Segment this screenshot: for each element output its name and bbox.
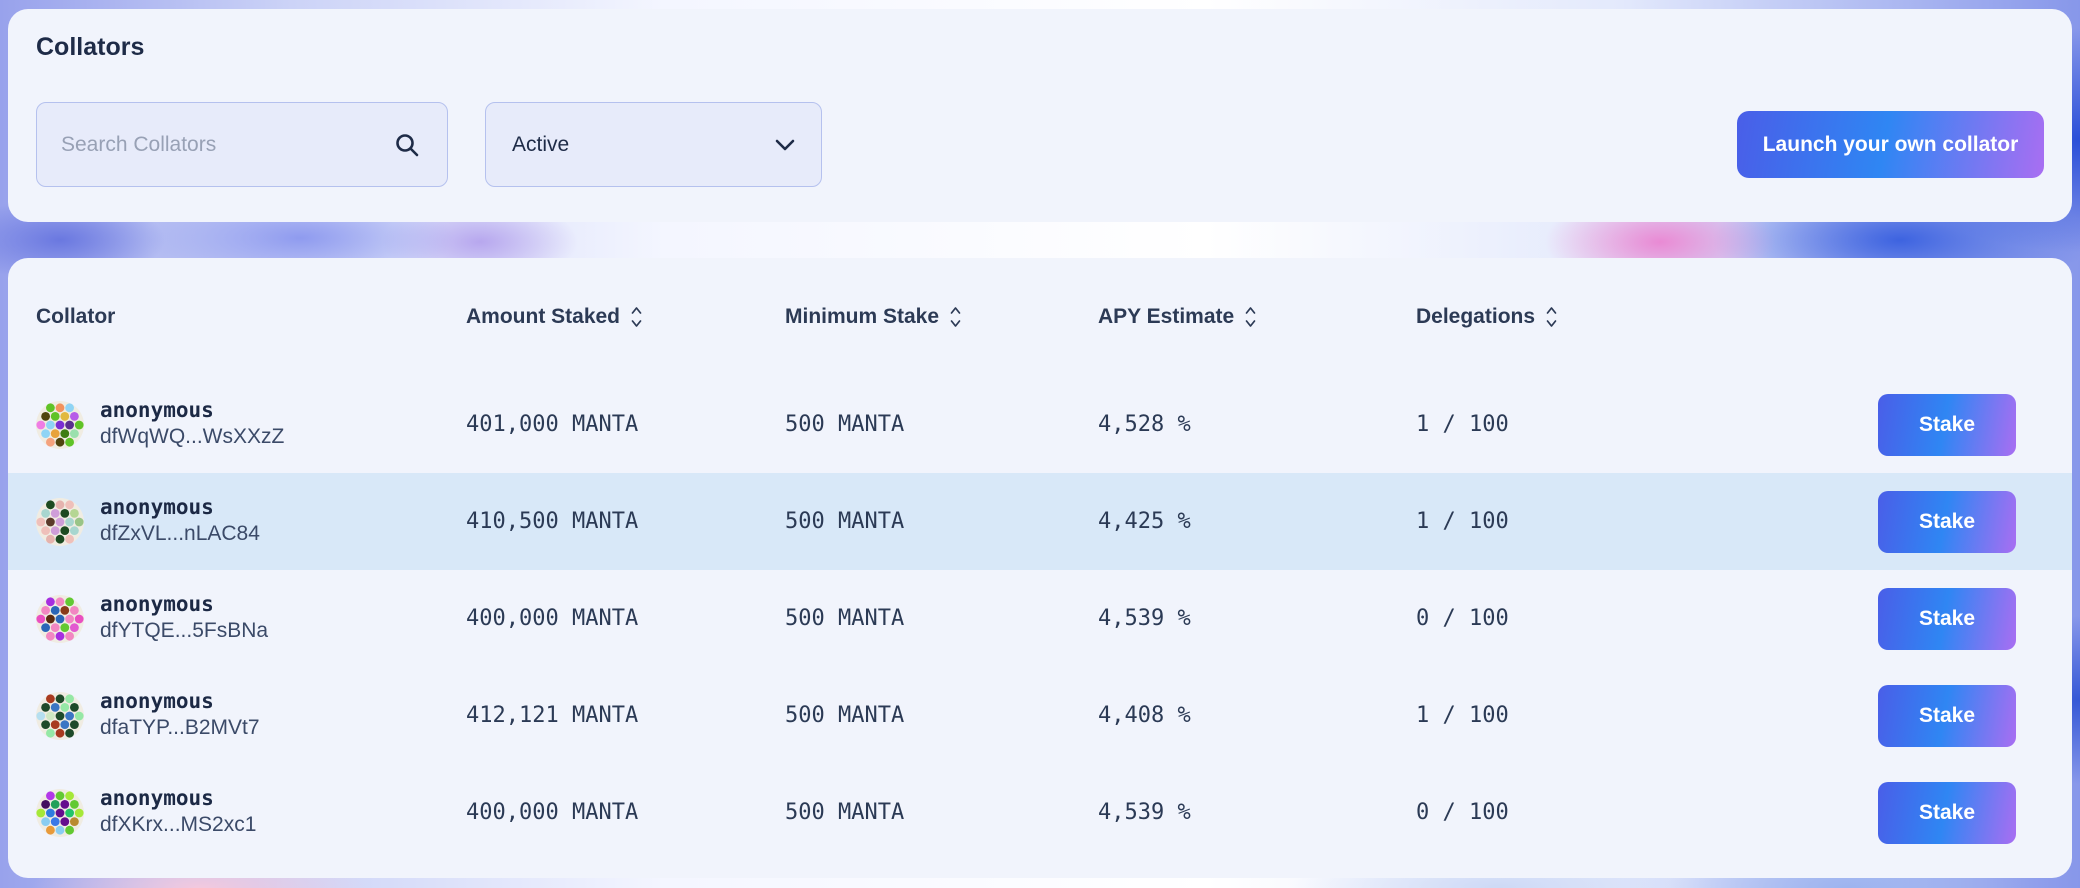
sort-icon[interactable] bbox=[1545, 305, 1558, 329]
collator-identicon bbox=[36, 401, 84, 449]
column-header-label: Minimum Stake bbox=[785, 305, 939, 329]
collator-identicon bbox=[36, 595, 84, 643]
apy-estimate-value: 4,528 % bbox=[1098, 412, 1416, 437]
collators-table-card: Collator Amount Staked Minimum Stake APY… bbox=[8, 258, 2072, 878]
collator-name: anonymous bbox=[100, 785, 256, 811]
collator-name: anonymous bbox=[100, 397, 284, 423]
collator-cell: anonymous dfaTYP...B2MVt7 bbox=[36, 688, 466, 743]
column-header[interactable]: Delegations bbox=[1416, 305, 1876, 329]
collator-name: anonymous bbox=[100, 688, 260, 714]
sort-icon[interactable] bbox=[1244, 305, 1257, 329]
collator-cell: anonymous dfZxVL...nLAC84 bbox=[36, 494, 466, 549]
search-input[interactable] bbox=[59, 132, 393, 158]
table-row: anonymous dfWqWQ...WsXXzZ 401,000 MANTA … bbox=[8, 376, 2072, 473]
amount-staked-value: 400,000 MANTA bbox=[466, 800, 785, 825]
amount-staked-value: 410,500 MANTA bbox=[466, 509, 785, 534]
collator-cell: anonymous dfWqWQ...WsXXzZ bbox=[36, 397, 466, 452]
stake-button[interactable]: Stake bbox=[1878, 588, 2016, 650]
apy-estimate-value: 4,539 % bbox=[1098, 800, 1416, 825]
amount-staked-value: 400,000 MANTA bbox=[466, 606, 785, 631]
minimum-stake-value: 500 MANTA bbox=[785, 703, 1098, 728]
apy-estimate-value: 4,425 % bbox=[1098, 509, 1416, 534]
column-header-label: APY Estimate bbox=[1098, 305, 1234, 329]
table-row: anonymous dfXKrx...MS2xc1 400,000 MANTA … bbox=[8, 764, 2072, 861]
collator-address: dfXKrx...MS2xc1 bbox=[100, 811, 256, 839]
table-header-row: Collator Amount Staked Minimum Stake APY… bbox=[8, 258, 2072, 376]
amount-staked-value: 412,121 MANTA bbox=[466, 703, 785, 728]
collator-identicon bbox=[36, 692, 84, 740]
delegations-value: 1 / 100 bbox=[1416, 509, 1876, 534]
sort-icon[interactable] bbox=[630, 305, 643, 329]
collator-identicon bbox=[36, 498, 84, 546]
minimum-stake-value: 500 MANTA bbox=[785, 800, 1098, 825]
collators-page: Collators Active Launch y bbox=[0, 0, 2080, 888]
collator-cell: anonymous dfXKrx...MS2xc1 bbox=[36, 785, 466, 840]
table-row: anonymous dfZxVL...nLAC84 410,500 MANTA … bbox=[8, 473, 2072, 570]
amount-staked-value: 401,000 MANTA bbox=[466, 412, 785, 437]
table-body: anonymous dfWqWQ...WsXXzZ 401,000 MANTA … bbox=[8, 376, 2072, 861]
column-header[interactable]: Minimum Stake bbox=[785, 305, 1098, 329]
collators-header-card: Collators Active Launch y bbox=[8, 9, 2072, 222]
chevron-down-icon bbox=[773, 137, 797, 153]
header-controls: Active Launch your own collator bbox=[8, 102, 2072, 187]
collator-name: anonymous bbox=[100, 591, 268, 617]
collator-cell: anonymous dfYTQE...5FsBNa bbox=[36, 591, 466, 646]
collator-address: dfaTYP...B2MVt7 bbox=[100, 714, 260, 742]
collator-address: dfYTQE...5FsBNa bbox=[100, 617, 268, 645]
table-row: anonymous dfYTQE...5FsBNa 400,000 MANTA … bbox=[8, 570, 2072, 667]
collator-identicon bbox=[36, 789, 84, 837]
status-filter-dropdown[interactable]: Active bbox=[485, 102, 822, 187]
search-collators-box[interactable] bbox=[36, 102, 448, 187]
sort-icon[interactable] bbox=[949, 305, 962, 329]
delegations-value: 0 / 100 bbox=[1416, 606, 1876, 631]
apy-estimate-value: 4,539 % bbox=[1098, 606, 1416, 631]
column-header[interactable]: Amount Staked bbox=[466, 305, 785, 329]
stake-button[interactable]: Stake bbox=[1878, 685, 2016, 747]
delegations-value: 0 / 100 bbox=[1416, 800, 1876, 825]
stake-button[interactable]: Stake bbox=[1878, 782, 2016, 844]
column-header-label: Collator bbox=[36, 305, 115, 329]
minimum-stake-value: 500 MANTA bbox=[785, 606, 1098, 631]
stake-button[interactable]: Stake bbox=[1878, 491, 2016, 553]
minimum-stake-value: 500 MANTA bbox=[785, 509, 1098, 534]
delegations-value: 1 / 100 bbox=[1416, 412, 1876, 437]
search-icon bbox=[393, 131, 421, 159]
apy-estimate-value: 4,408 % bbox=[1098, 703, 1416, 728]
status-filter-value: Active bbox=[512, 133, 569, 157]
page-title: Collators bbox=[36, 33, 144, 62]
collator-name: anonymous bbox=[100, 494, 260, 520]
launch-own-collator-button[interactable]: Launch your own collator bbox=[1737, 111, 2044, 178]
column-header[interactable]: APY Estimate bbox=[1098, 305, 1416, 329]
table-row: anonymous dfaTYP...B2MVt7 412,121 MANTA … bbox=[8, 667, 2072, 764]
column-header[interactable]: Collator bbox=[36, 305, 466, 329]
delegations-value: 1 / 100 bbox=[1416, 703, 1876, 728]
collator-address: dfWqWQ...WsXXzZ bbox=[100, 423, 284, 451]
column-header-label: Delegations bbox=[1416, 305, 1535, 329]
collator-address: dfZxVL...nLAC84 bbox=[100, 520, 260, 548]
minimum-stake-value: 500 MANTA bbox=[785, 412, 1098, 437]
stake-button[interactable]: Stake bbox=[1878, 394, 2016, 456]
column-header-label: Amount Staked bbox=[466, 305, 620, 329]
